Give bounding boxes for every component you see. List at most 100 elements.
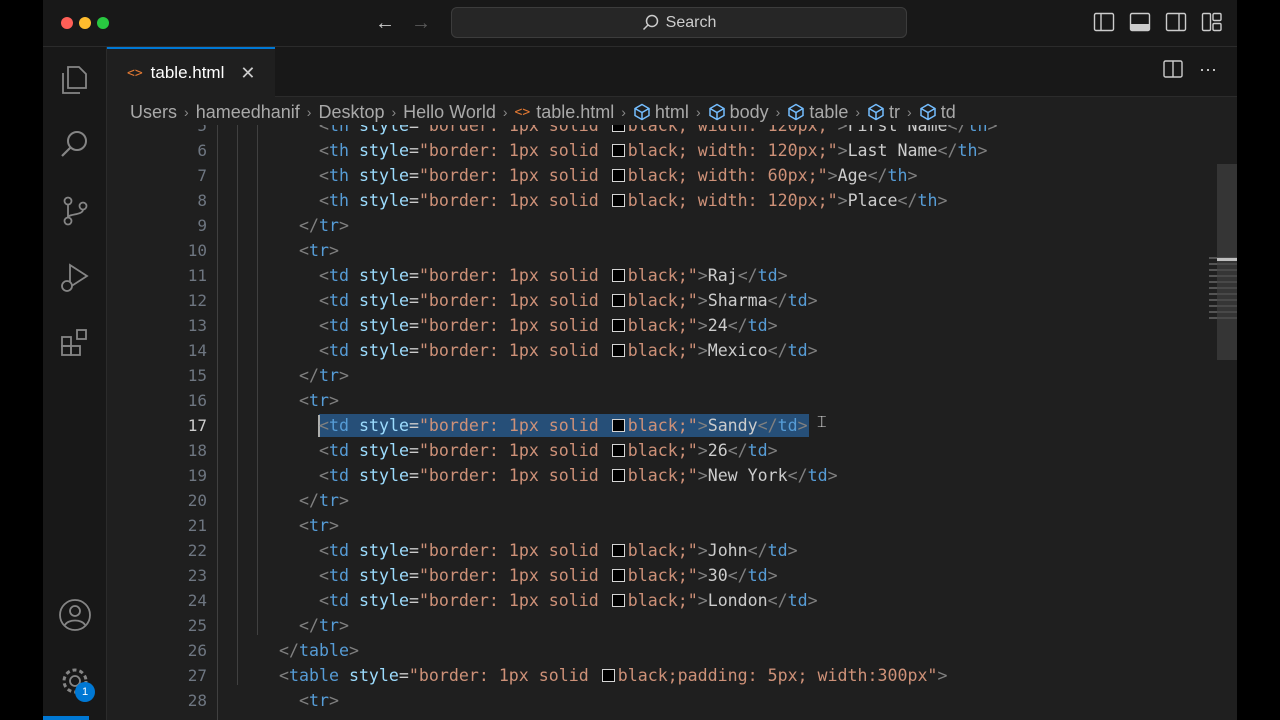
color-swatch-icon[interactable] [611,569,625,582]
split-editor-icon[interactable] [1163,60,1183,83]
element-text: Age [837,166,868,185]
element-text: First Name [847,125,948,135]
code-line[interactable]: 18 <td style="border: 1px solid black;">2… [107,438,1187,463]
code-line[interactable]: 20 </tr> [107,488,1187,513]
code-line[interactable]: 10 <tr> [107,238,1187,263]
code-line[interactable]: 17 ⌶ <td style="border: 1px solid black;">… [107,413,1187,438]
attribute-value: black;" [627,266,698,285]
color-swatch-icon[interactable] [601,669,615,682]
color-swatch-icon[interactable] [611,419,625,432]
arrow-left-icon[interactable]: ← [375,10,395,36]
command-center-search[interactable]: Search [451,7,907,38]
breadcrumb-item-hello-world[interactable]: Hello World [403,102,496,123]
color-swatch-icon[interactable] [611,125,625,132]
code-line[interactable]: 26 </table> [107,638,1187,663]
punct: < [319,125,329,135]
source-control-icon[interactable] [57,193,93,229]
code-line[interactable]: 11 <td style="border: 1px solid black;">R… [107,263,1187,288]
equals: = [408,341,419,360]
toggle-primary-sidebar-icon[interactable] [1093,12,1115,32]
code-line[interactable]: 9 </tr> [107,213,1187,238]
tag-name: td [807,466,828,485]
breadcrumb-item-table-html[interactable]: <> table.html [515,102,615,123]
code-line[interactable]: 8 <th style="border: 1px solid black; wid… [107,188,1187,213]
breadcrumb-item-tr[interactable]: tr [867,102,900,123]
chevron-right-icon: › [621,104,626,120]
code-line[interactable]: 12 <td style="border: 1px solid black;">S… [107,288,1187,313]
customize-layout-icon[interactable] [1201,12,1223,32]
attribute-name: style [358,441,409,460]
run-debug-icon[interactable] [57,259,93,295]
mouse-ibeam-icon: ⌶ [817,414,827,431]
code-line[interactable]: 27 <table style="border: 1px solid black;… [107,663,1187,688]
code-line[interactable]: 15 </tr> [107,363,1187,388]
breadcrumb-item-table[interactable]: table [787,102,848,123]
toggle-secondary-sidebar-icon[interactable] [1165,12,1187,32]
color-swatch-icon[interactable] [611,294,625,307]
code-line[interactable]: 5 <th style="border: 1px solid black; wid… [107,125,1187,138]
color-swatch-icon[interactable] [611,594,625,607]
line-number: 9 [197,216,207,235]
close-window-button[interactable] [61,17,73,29]
toggle-panel-icon[interactable] [1129,12,1151,32]
breadcrumb-item-td[interactable]: td [919,102,956,123]
punct: < [319,266,329,285]
account-icon[interactable] [57,597,93,633]
code-line[interactable]: 6 <th style="border: 1px solid black; wid… [107,138,1187,163]
arrow-right-icon[interactable]: → [411,10,431,36]
color-swatch-icon[interactable] [611,169,625,182]
punct: > [797,416,808,435]
minimize-window-button[interactable] [79,17,91,29]
more-actions-icon[interactable]: ⋯ [1199,60,1217,83]
code-editor[interactable]: 5 <th style="border: 1px solid black; wid… [107,125,1237,720]
color-swatch-icon[interactable] [611,544,625,557]
tab-table-html[interactable]: <> table.html ✕ [107,47,275,97]
punct: > [338,366,349,385]
element-text: Sandy [707,416,758,435]
code-line[interactable]: 28 <tr> [107,688,1187,713]
breadcrumb-item-desktop[interactable]: Desktop [318,102,384,123]
tag-name: td [747,566,768,585]
tag-name: td [787,291,808,310]
color-swatch-icon[interactable] [611,344,625,357]
code-line[interactable]: 14 <td style="border: 1px solid black;">M… [107,338,1187,363]
element-text: London [707,591,768,610]
extensions-icon[interactable] [57,325,93,361]
punct: > [328,516,339,535]
breadcrumb-label: Desktop [318,101,385,122]
color-swatch-icon[interactable] [611,444,625,457]
maximize-window-button[interactable] [97,17,109,29]
close-icon[interactable]: ✕ [240,63,255,84]
color-swatch-icon[interactable] [611,319,625,332]
code-line[interactable]: 23 <td style="border: 1px solid black;">3… [107,563,1187,588]
line-number: 8 [197,191,207,210]
code-line[interactable]: 25 </tr> [107,613,1187,638]
element-text: New York [707,466,788,485]
code-line[interactable]: 16 <tr> [107,388,1187,413]
color-swatch-icon[interactable] [611,269,625,282]
equals: = [398,666,409,685]
code-line[interactable]: 13 <td style="border: 1px solid black;">2… [107,313,1187,338]
code-line[interactable]: 22 <td style="border: 1px solid black;">J… [107,538,1187,563]
code-line[interactable]: 24 <td style="border: 1px solid black;">L… [107,588,1187,613]
tag-name: table [289,666,339,685]
breadcrumb-item-html[interactable]: html [633,102,689,123]
line-number: 12 [187,291,207,310]
tag-name: td [757,266,778,285]
color-swatch-icon[interactable] [611,144,625,157]
code-line[interactable]: 21 <tr> [107,513,1187,538]
color-swatch-icon[interactable] [611,194,625,207]
breadcrumb-item-body[interactable]: body [708,102,769,123]
breadcrumb-item-users[interactable]: Users [130,102,177,123]
breadcrumb-item-hameedhanif[interactable]: hameedhanif [196,102,300,123]
punct: </ [767,341,788,360]
code-line[interactable]: 19 <td style="border: 1px solid black;">N… [107,463,1187,488]
color-swatch-icon[interactable] [611,469,625,482]
code-line[interactable]: 7 <th style="border: 1px solid black; wid… [107,163,1187,188]
search-icon[interactable] [57,127,93,163]
explorer-icon[interactable] [57,61,93,97]
vertical-scrollbar[interactable] [1217,164,1237,360]
tag-name: th [967,125,988,135]
